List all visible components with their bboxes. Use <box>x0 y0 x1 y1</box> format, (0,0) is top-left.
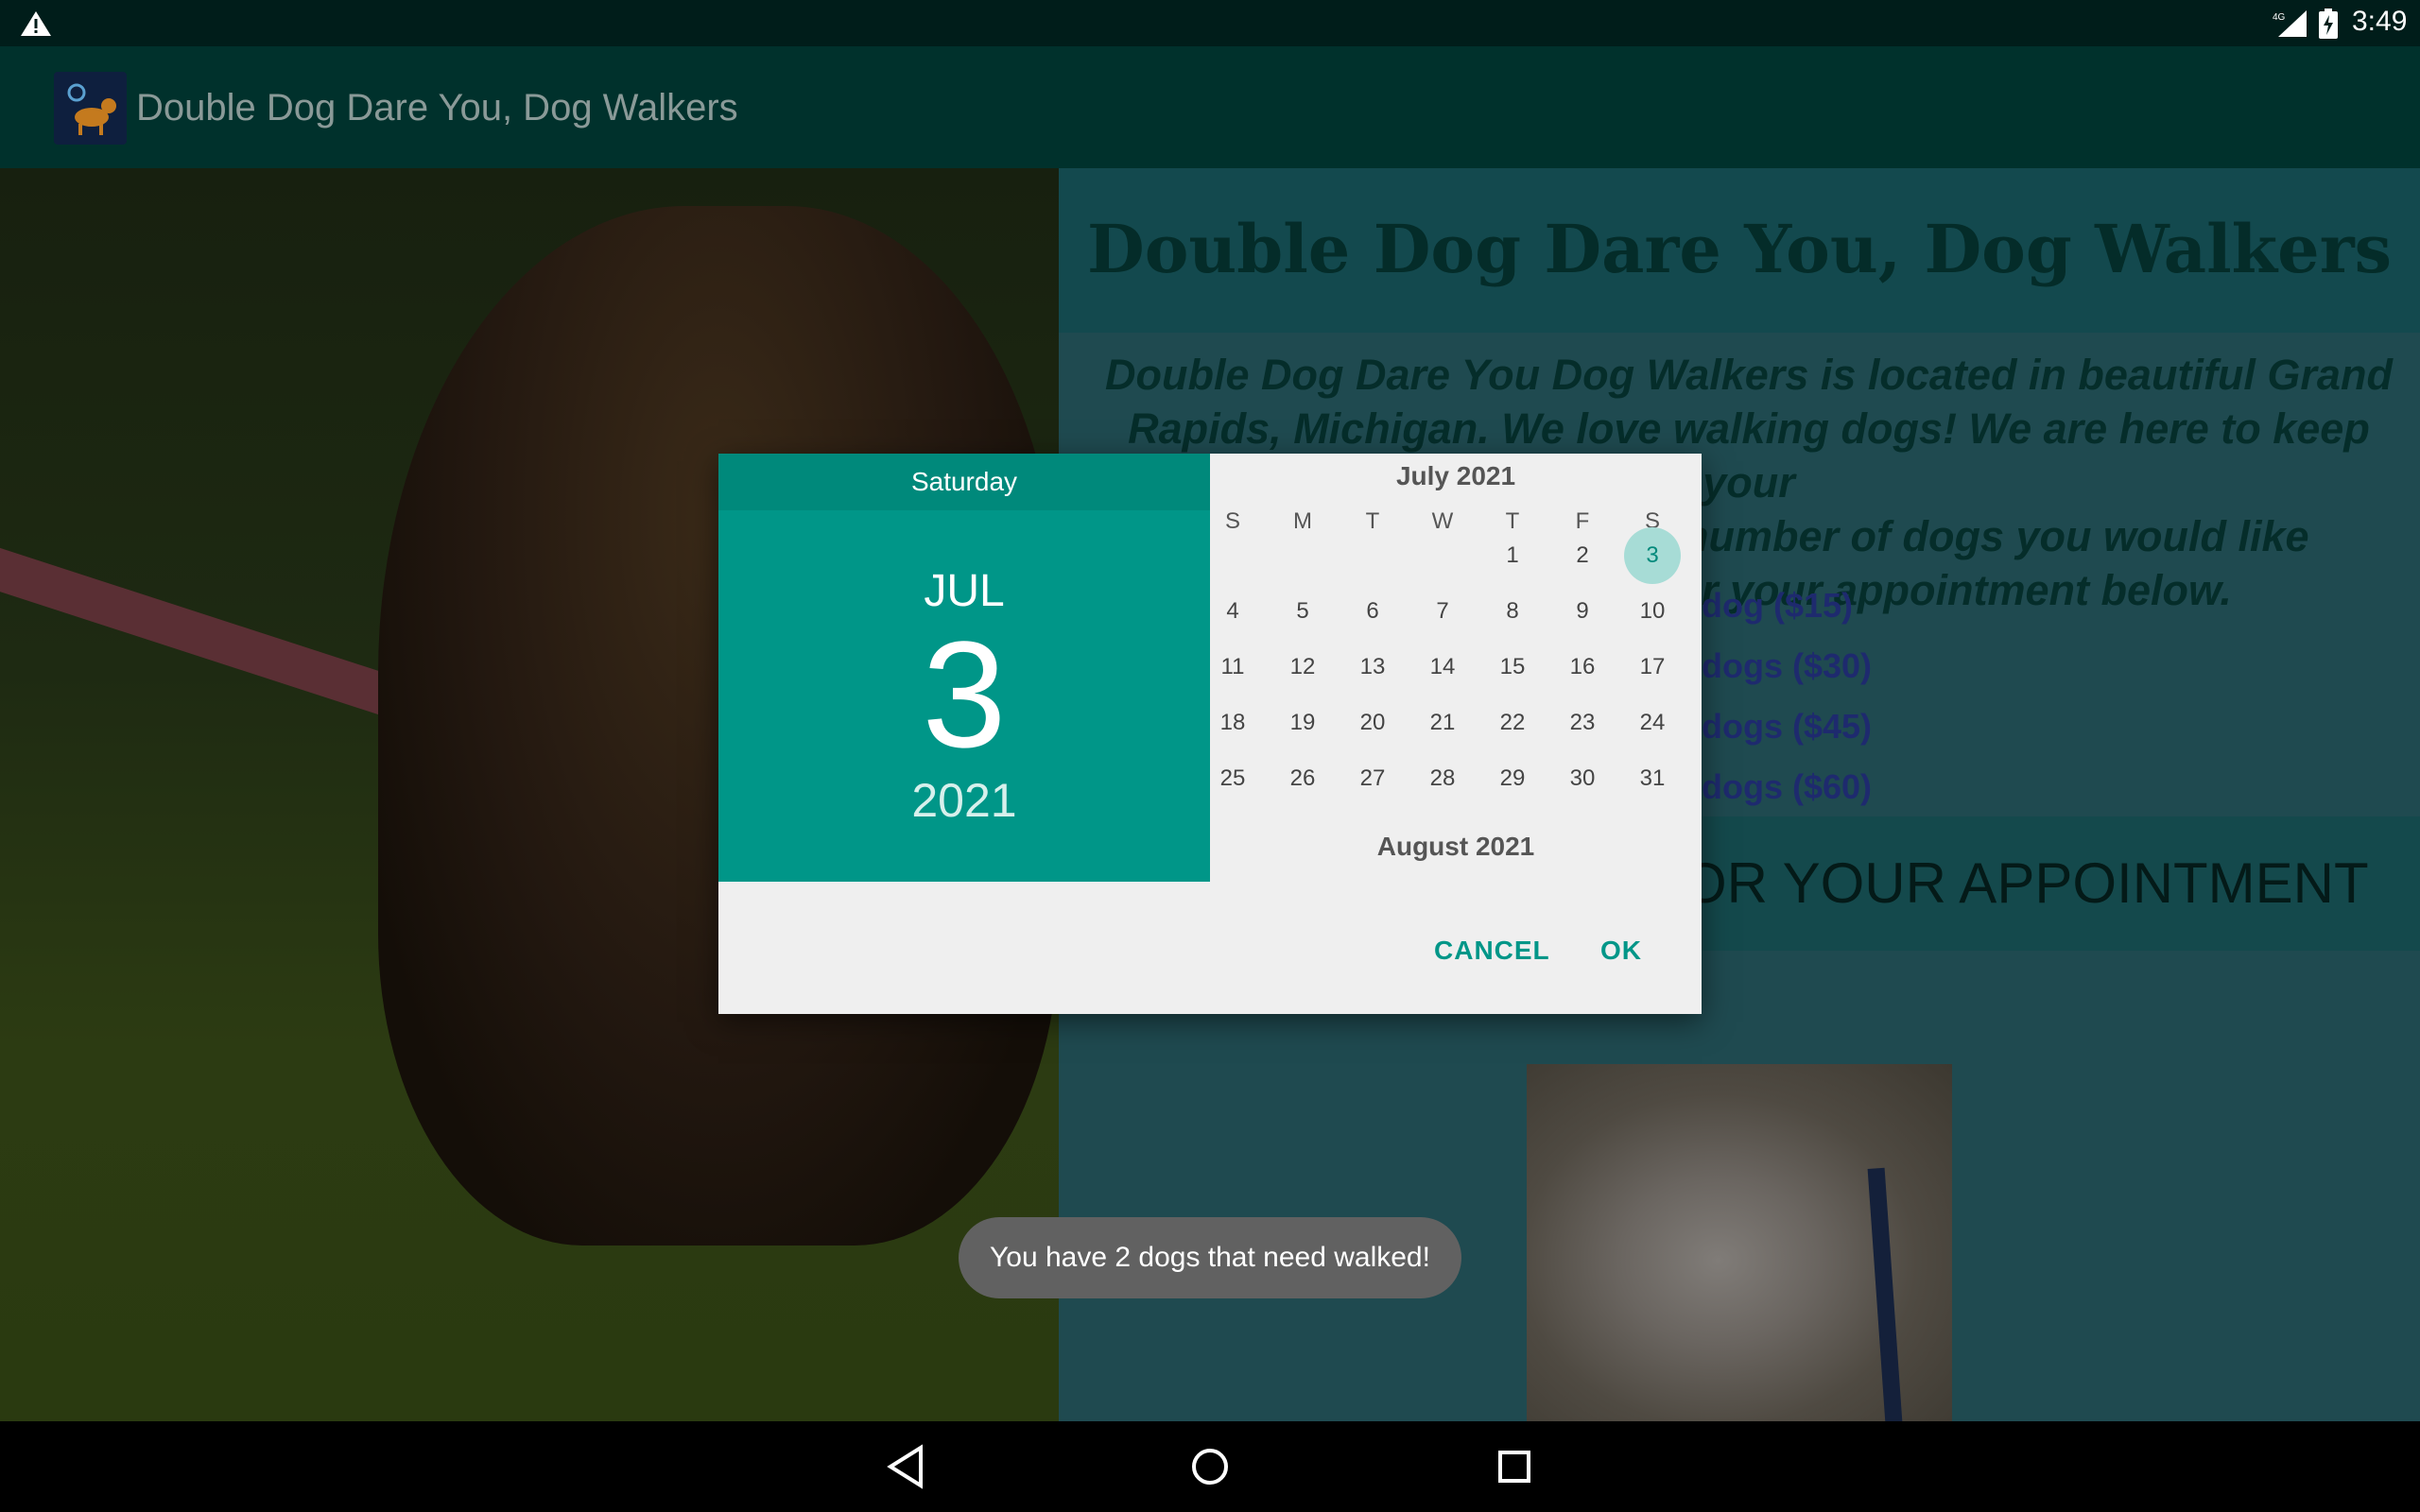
calendar-day[interactable]: 17 <box>1624 639 1681 696</box>
dog-option-1[interactable]: dog ($15) <box>1702 586 1853 626</box>
appointment-label: OR YOUR APPOINTMENT <box>1683 851 2369 915</box>
dog-logo-icon <box>67 83 116 135</box>
warning-icon <box>21 11 51 36</box>
dog-option-3[interactable]: dogs ($45) <box>1702 707 1872 747</box>
status-bar: 4G 3:49 <box>0 0 2420 46</box>
weekday-header: S <box>1224 508 1240 534</box>
calendar-day[interactable]: 18 <box>1204 695 1261 751</box>
cellular-signal-icon: 4G <box>2273 10 2307 37</box>
calendar-day[interactable]: 15 <box>1484 639 1541 696</box>
selected-day: 3 <box>922 610 1007 779</box>
calendar-day[interactable]: 22 <box>1484 695 1541 751</box>
calendar-day[interactable]: 19 <box>1274 695 1331 751</box>
calendar-day[interactable]: 16 <box>1554 639 1611 696</box>
calendar-day[interactable]: 27 <box>1344 750 1401 807</box>
calendar-day[interactable]: 1 <box>1484 527 1541 584</box>
calendar-day[interactable]: 21 <box>1414 695 1471 751</box>
calendar-day[interactable]: 31 <box>1624 750 1681 807</box>
weekday-header: M <box>1293 508 1312 534</box>
ok-button[interactable]: OK <box>1600 936 1642 966</box>
calendar-grid: July 2021 August 2021 S M T W T F S 1 2 3 4 5 6 7 8 9 10… <box>1210 454 1702 882</box>
recents-icon[interactable] <box>1488 1440 1541 1493</box>
calendar-day[interactable]: 26 <box>1274 750 1331 807</box>
calendar-day[interactable]: 8 <box>1484 583 1541 640</box>
calendar-day[interactable]: 6 <box>1344 583 1401 640</box>
selected-year[interactable]: 2021 <box>718 773 1210 828</box>
puppy-photo <box>1527 1064 1952 1421</box>
navigation-bar <box>0 1421 2420 1512</box>
toast-message: You have 2 dogs that need walked! <box>959 1217 1461 1298</box>
clock: 3:49 <box>2352 6 2408 37</box>
calendar-day[interactable]: 14 <box>1414 639 1471 696</box>
calendar-day[interactable]: 12 <box>1274 639 1331 696</box>
battery-charging-icon <box>2319 9 2338 39</box>
weekday-header: T <box>1365 508 1380 534</box>
calendar-day[interactable]: 25 <box>1204 750 1261 807</box>
date-picker-dialog: Saturday JUL 3 2021 July 2021 August 202… <box>718 454 1702 1014</box>
calendar-day[interactable]: 10 <box>1624 583 1681 640</box>
calendar-day[interactable]: 28 <box>1414 750 1471 807</box>
app-bar: Double Dog Dare You, Dog Walkers <box>0 46 2420 168</box>
calendar-day-selected[interactable]: 3 <box>1624 527 1681 584</box>
svg-text:4G: 4G <box>2273 12 2286 23</box>
weekday-header: W <box>1431 508 1454 534</box>
calendar-day[interactable]: 11 <box>1204 639 1261 696</box>
intro-line: Double Dog Dare You Dog Walkers is locat… <box>1105 351 2393 399</box>
calendar-day[interactable]: 9 <box>1554 583 1611 640</box>
dog-option-4[interactable]: dogs ($60) <box>1702 767 1872 807</box>
calendar-day[interactable]: 29 <box>1484 750 1541 807</box>
calendar-day[interactable]: 30 <box>1554 750 1611 807</box>
app-logo <box>54 72 127 145</box>
calendar-day[interactable]: 24 <box>1624 695 1681 751</box>
calendar-day[interactable]: 13 <box>1344 639 1401 696</box>
calendar-day[interactable]: 23 <box>1554 695 1611 751</box>
app-title: Double Dog Dare You, Dog Walkers <box>136 87 738 129</box>
calendar-day[interactable]: 2 <box>1554 527 1611 584</box>
cancel-button[interactable]: CANCEL <box>1434 936 1550 966</box>
calendar-day[interactable]: 20 <box>1344 695 1401 751</box>
selected-weekday: Saturday <box>718 454 1210 510</box>
calendar-day[interactable]: 4 <box>1204 583 1261 640</box>
month-title: July 2021 <box>1395 461 1516 490</box>
calendar-day[interactable]: 5 <box>1274 583 1331 640</box>
page-header: Double Dog Dare You, Dog Walkers <box>1059 168 2420 333</box>
calendar-day[interactable]: 7 <box>1414 583 1471 640</box>
date-picker-header: Saturday JUL 3 2021 <box>718 454 1210 882</box>
dog-option-2[interactable]: dogs ($30) <box>1702 646 1872 686</box>
back-icon[interactable] <box>879 1440 932 1493</box>
next-month-title: August 2021 <box>1376 832 1535 861</box>
page-title: Double Dog Dare You, Dog Walkers <box>1086 210 2392 288</box>
puppy-leash <box>1867 1167 1903 1421</box>
home-icon[interactable] <box>1184 1440 1236 1493</box>
